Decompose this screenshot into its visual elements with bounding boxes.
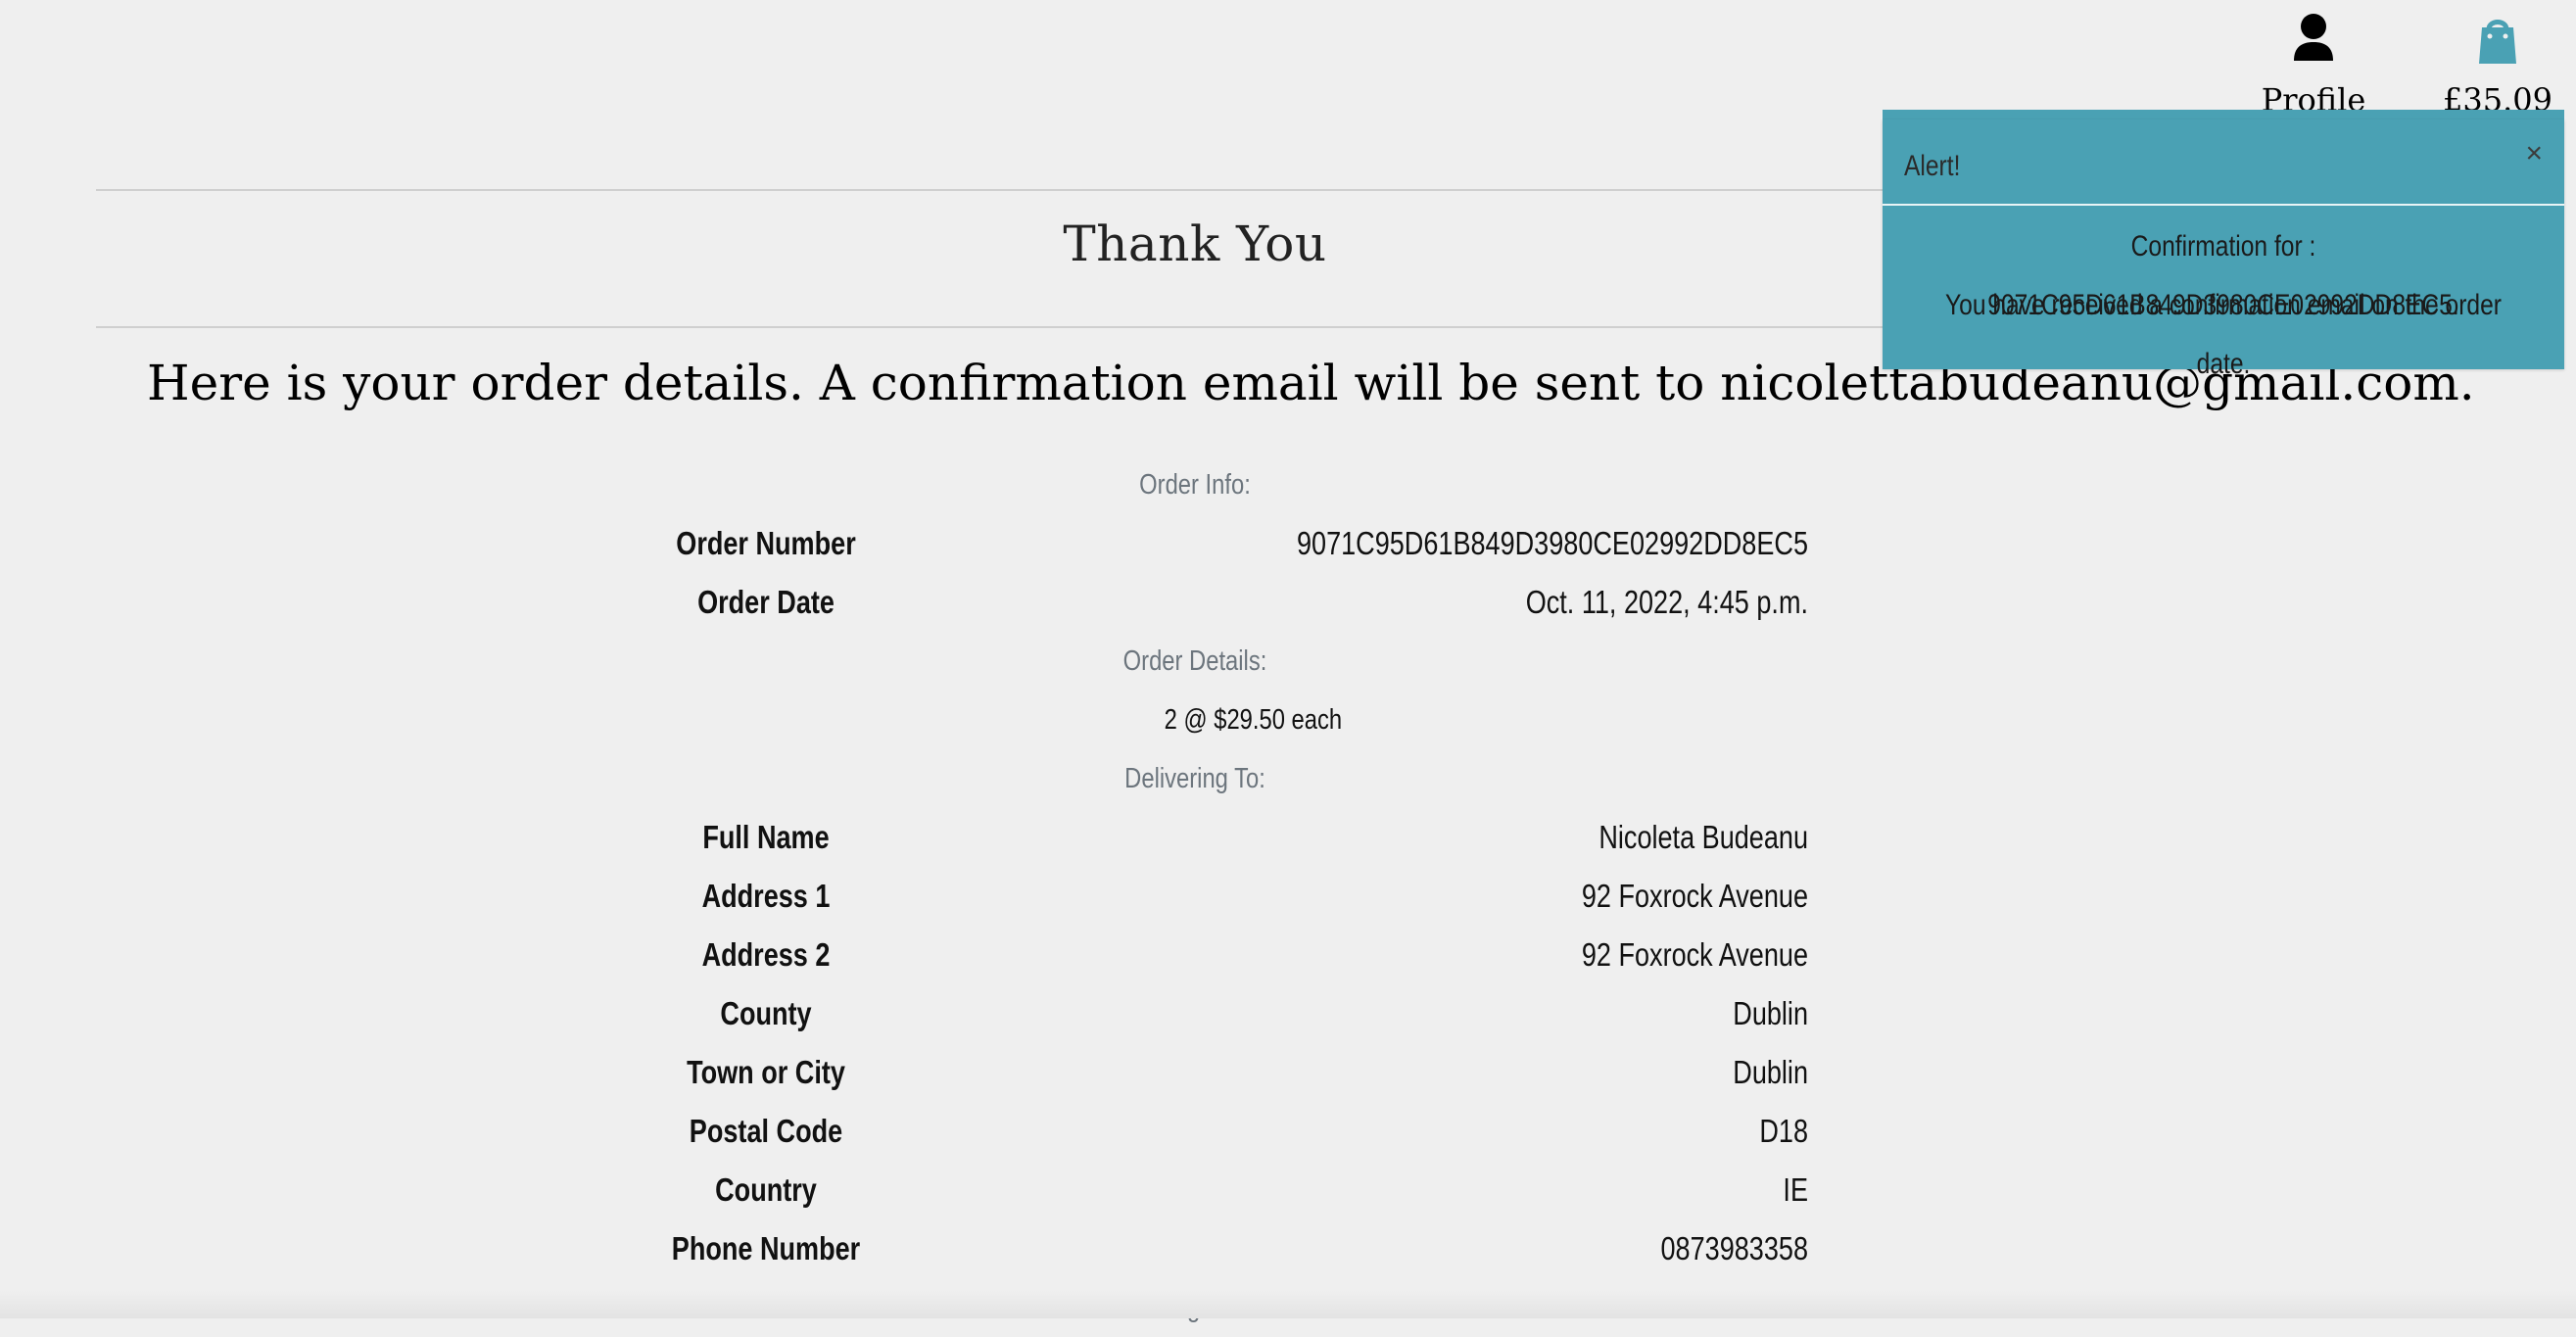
shopping-bag-icon xyxy=(2479,20,2516,64)
page-bottom-shade xyxy=(0,1291,2576,1318)
address1-row: Address 1 92 Foxrock Avenue xyxy=(0,867,2390,926)
order-number-row: Order Number 9071C95D61B849D3980CE02992D… xyxy=(0,514,2390,573)
toast-message-line: Confirmation for : 9071C95D61B849D3980CE… xyxy=(1987,230,2459,321)
row-value: 92 Foxrock Avenue xyxy=(1581,878,1808,914)
phone-row: Phone Number 0873983358 xyxy=(0,1219,2390,1278)
country-row: Country IE xyxy=(0,1161,2390,1219)
row-label: Phone Number xyxy=(671,1230,861,1266)
row-value: Dublin xyxy=(1733,1054,1808,1090)
row-value: 92 Foxrock Avenue xyxy=(1581,936,1808,973)
toast-title: Alert! xyxy=(1904,150,1961,182)
row-value: 9071C95D61B849D3980CE02992DD8EC5 xyxy=(1296,525,1808,561)
order-info-heading: Order Info: xyxy=(1139,469,1251,501)
toast-body: Confirmation for : 9071C95D61B849D3980CE… xyxy=(1883,217,2564,380)
county-row: County Dublin xyxy=(0,984,2390,1043)
address2-row: Address 2 92 Foxrock Avenue xyxy=(0,926,2390,984)
row-label: Order Date xyxy=(697,584,835,620)
row-label: Town or City xyxy=(687,1054,845,1090)
user-icon xyxy=(2294,14,2333,61)
row-value: 0873983358 xyxy=(1660,1230,1808,1266)
profile-link[interactable]: Profile xyxy=(2253,10,2374,121)
close-icon[interactable]: × xyxy=(2525,139,2543,168)
order-date-row: Order Date Oct. 11, 2022, 4:45 p.m. xyxy=(0,573,2390,632)
row-label: Order Number xyxy=(676,525,856,561)
row-label: County xyxy=(720,995,812,1031)
row-value: Nicoleta Budeanu xyxy=(1598,819,1808,855)
toast-arrow xyxy=(1883,110,2564,119)
row-value: Oct. 11, 2022, 4:45 p.m. xyxy=(1525,584,1808,620)
shopping-bag-link[interactable]: £35.09 xyxy=(2439,10,2556,121)
delivering-to-heading: Delivering To: xyxy=(1124,763,1265,794)
row-label: Full Name xyxy=(702,819,830,855)
order-details-heading: Order Details: xyxy=(1122,645,1267,677)
row-label: Address 1 xyxy=(701,878,831,914)
row-value: IE xyxy=(1783,1171,1808,1208)
row-value: D18 xyxy=(1759,1113,1808,1149)
full-name-row: Full Name Nicoleta Budeanu xyxy=(0,808,2390,867)
postal-code-row: Postal Code D18 xyxy=(0,1102,2390,1161)
row-value: Dublin xyxy=(1733,995,1808,1031)
row-label: Postal Code xyxy=(689,1113,843,1149)
toast-message-line: You have received a confirmation email o… xyxy=(1945,289,2502,380)
order-item-line: 2 @ $29.50 each xyxy=(1164,704,1343,736)
alert-toast: Alert! × Confirmation for : 9071C95D61B8… xyxy=(1883,119,2564,380)
order-details-table: Order Info: Order Number 9071C95D61B849D… xyxy=(0,455,2390,1337)
row-label: Address 2 xyxy=(701,936,831,973)
toast-header: Alert! × xyxy=(1883,119,2564,206)
row-label: Country xyxy=(715,1171,817,1208)
town-row: Town or City Dublin xyxy=(0,1043,2390,1102)
